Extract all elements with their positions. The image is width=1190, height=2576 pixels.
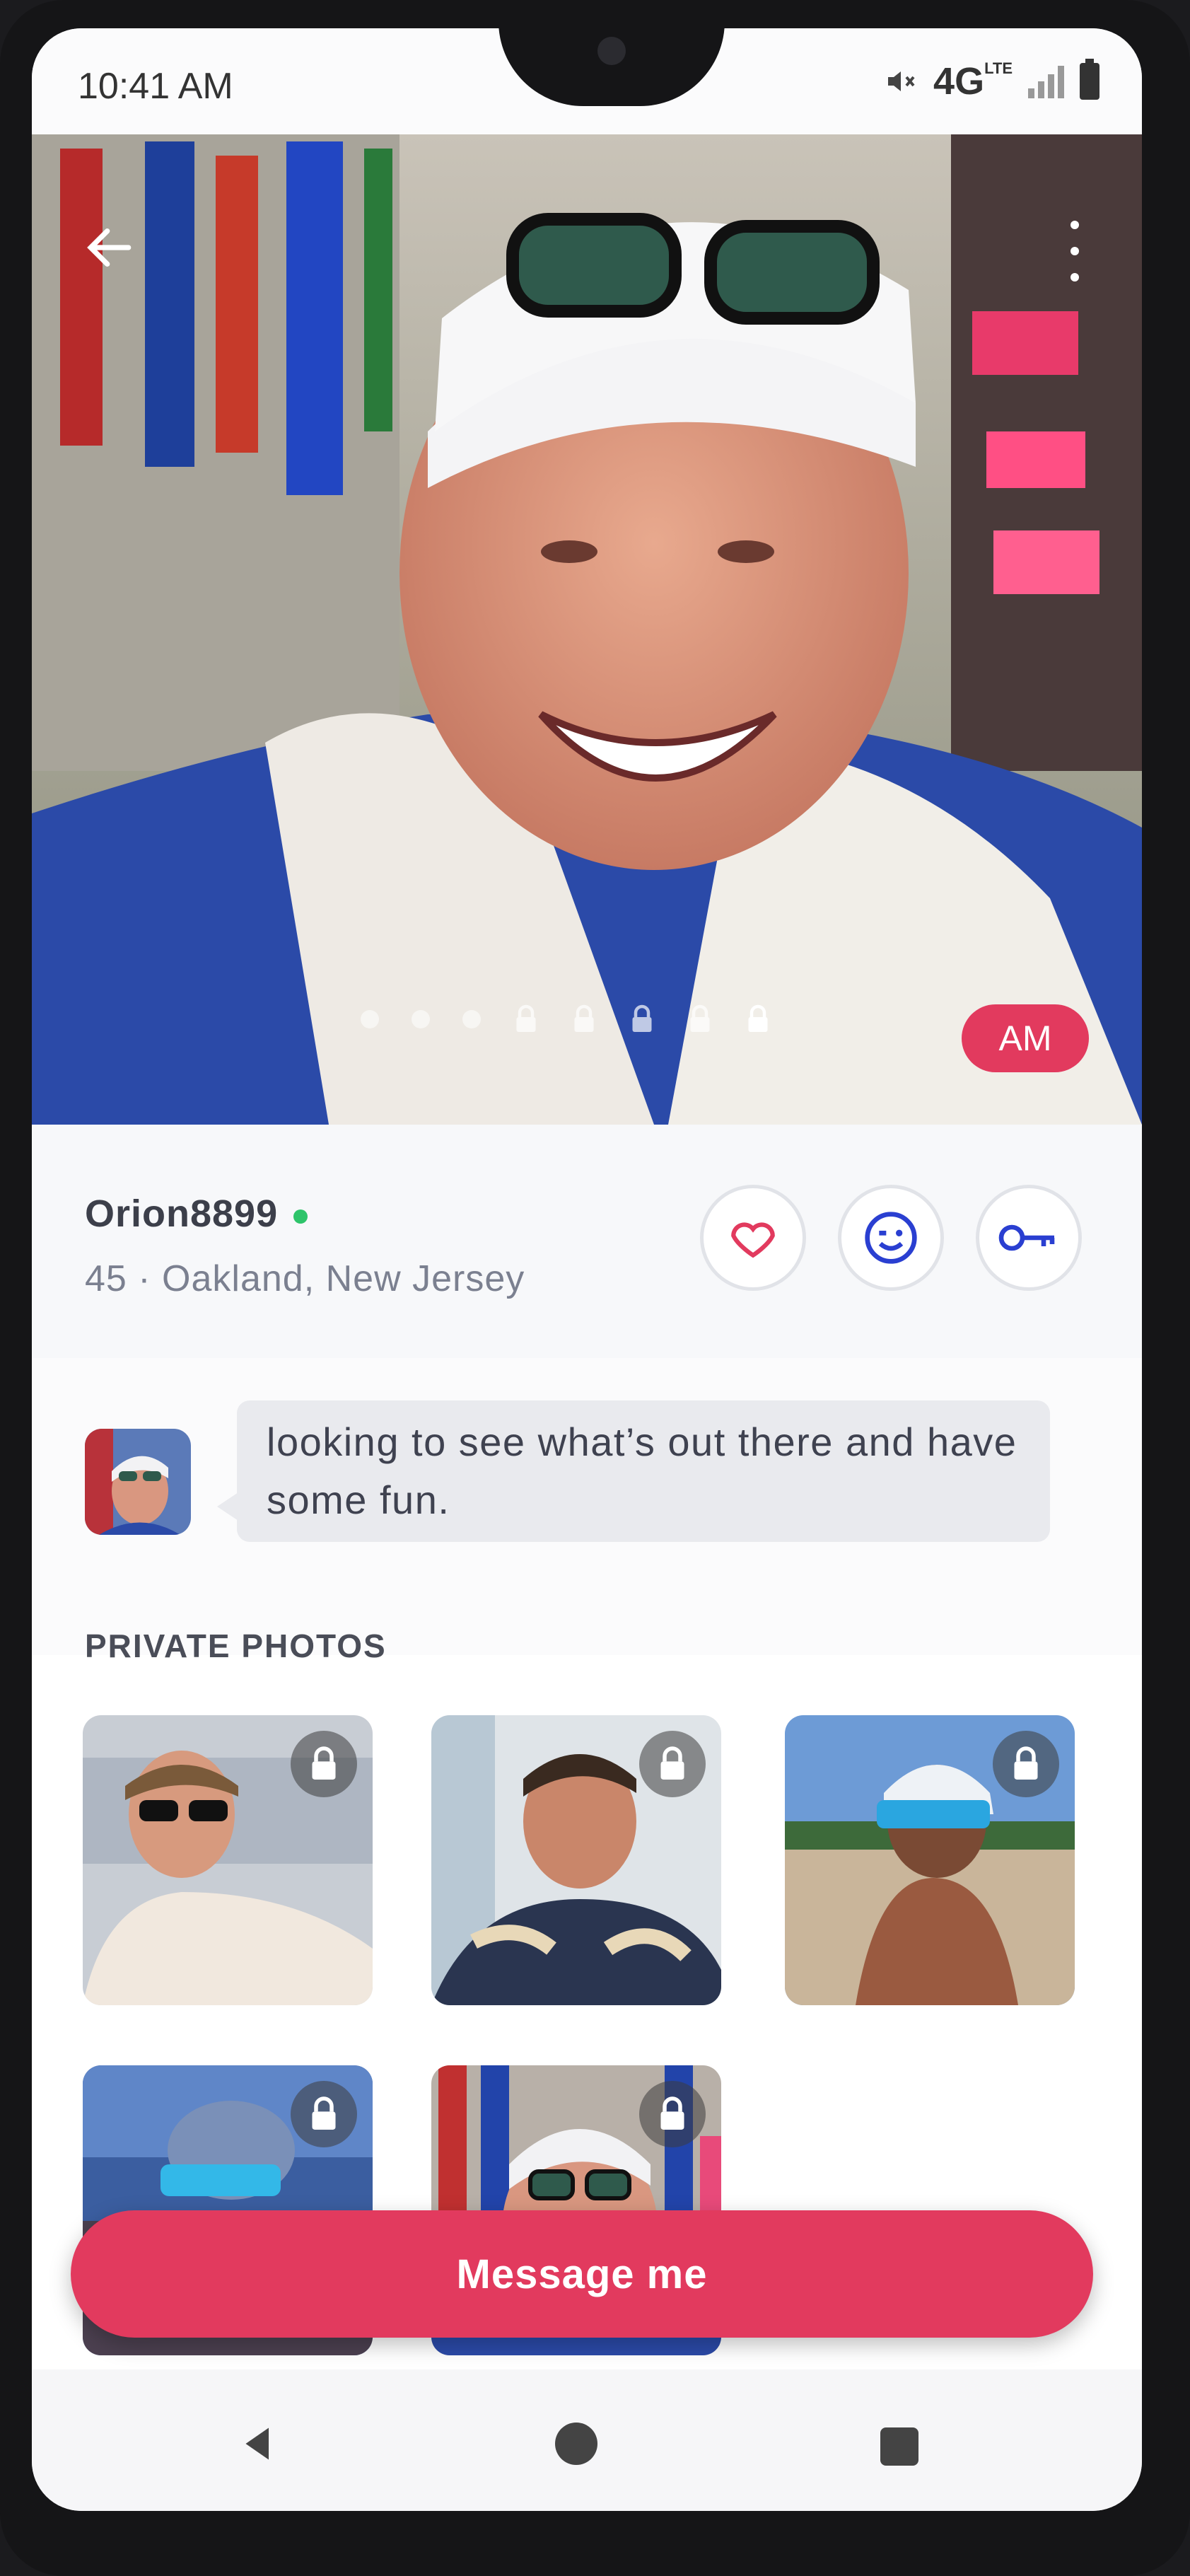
battery-icon: [1080, 59, 1099, 100]
status-icons: 4GLTE: [884, 59, 1099, 103]
wink-button[interactable]: [838, 1185, 944, 1291]
phone-frame: 10:41 AM 4GLTE AM Orion8899 45 · Oakland…: [0, 0, 1190, 2576]
lock-icon: [993, 1731, 1059, 1797]
heart-icon: [731, 1222, 775, 1258]
username: Orion8899: [85, 1192, 308, 1236]
system-nav-bar: [32, 2369, 1142, 2511]
mute-icon: [888, 71, 915, 91]
front-camera: [597, 37, 626, 65]
profile-header: Orion8899 45 · Oakland, New Jersey: [32, 1125, 1142, 1358]
like-button[interactable]: [700, 1185, 806, 1291]
pager-lock-icon[interactable]: [687, 1004, 713, 1034]
profile-photo[interactable]: AM: [32, 134, 1142, 1125]
network-label: 4G: [933, 60, 985, 103]
am-badge[interactable]: AM: [962, 1004, 1089, 1072]
nav-recents-icon[interactable]: [880, 2427, 918, 2466]
about-message-bubble: looking to see what’s out there and have…: [217, 1400, 1050, 1542]
pager-lock-icon[interactable]: [571, 1004, 597, 1034]
more-options-icon[interactable]: [1064, 212, 1085, 290]
pager-dot[interactable]: [361, 1010, 379, 1028]
avatar[interactable]: [85, 1429, 191, 1535]
signal-icon: [1028, 64, 1064, 98]
pager-lock-icon[interactable]: [629, 1004, 655, 1034]
lock-icon: [639, 1731, 706, 1797]
key-icon: [998, 1224, 1055, 1251]
private-photo-3[interactable]: [785, 1715, 1075, 2005]
status-time: 10:41 AM: [78, 66, 233, 107]
network-type: 4GLTE: [933, 59, 1013, 103]
network-sup: LTE: [984, 59, 1013, 77]
back-arrow-icon[interactable]: [81, 219, 138, 276]
private-photos-title: PRIVATE PHOTOS: [85, 1628, 387, 1664]
app-screen: 10:41 AM 4GLTE AM Orion8899 45 · Oakland…: [32, 28, 1142, 2511]
about-section: looking to see what’s out there and have…: [32, 1358, 1142, 1655]
profile-photo-image: [32, 134, 1142, 1125]
age-location: 45 · Oakland, New Jersey: [85, 1258, 525, 1299]
lock-icon: [291, 2081, 357, 2147]
unlock-key-button[interactable]: [976, 1185, 1082, 1291]
pager-lock-icon[interactable]: [513, 1004, 539, 1034]
nav-home-icon[interactable]: [555, 2423, 597, 2465]
nav-back-icon[interactable]: [237, 2423, 279, 2465]
online-status-dot: [293, 1209, 308, 1224]
status-bar: 10:41 AM 4GLTE: [32, 28, 1142, 134]
pager-lock-icon-active[interactable]: [745, 1004, 771, 1034]
lock-icon: [639, 2081, 706, 2147]
private-photo-2[interactable]: [431, 1715, 721, 2005]
message-me-button[interactable]: Message me: [71, 2210, 1093, 2338]
camera-notch: [498, 28, 725, 106]
username-text: Orion8899: [85, 1193, 279, 1235]
avatar-image: [85, 1429, 191, 1535]
photo-pager: [361, 1004, 771, 1034]
private-photo-1[interactable]: [83, 1715, 373, 2005]
lock-icon: [291, 1731, 357, 1797]
pager-dot[interactable]: [462, 1010, 481, 1028]
pager-dot[interactable]: [412, 1010, 430, 1028]
wink-icon: [865, 1212, 917, 1264]
